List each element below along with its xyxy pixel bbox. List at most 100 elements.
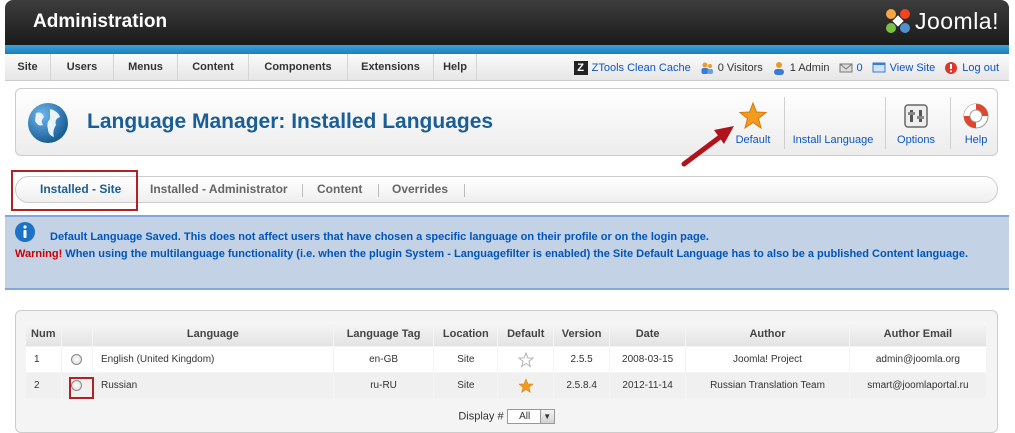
admins-label: 1 Admin [789, 61, 830, 74]
row-date: 2012-11-14 [610, 373, 686, 398]
messages-status[interactable]: 0 [839, 61, 863, 75]
highlight-box-tab [11, 170, 138, 211]
ztools-clean-cache[interactable]: Z ZTools Clean Cache [573, 60, 691, 75]
tab-installed-administrator[interactable]: Installed - Administrator [150, 177, 300, 204]
help-label: Help [964, 134, 988, 146]
admins-status: 1 Admin [772, 61, 830, 75]
logout-link[interactable]: Log out [944, 61, 999, 75]
visitors-icon [701, 62, 713, 74]
tab-divider [302, 184, 303, 197]
ztools-icon: Z [573, 60, 588, 75]
header-accent-band [5, 45, 1009, 54]
display-label: Display # [458, 410, 504, 423]
annotation-arrow-icon [681, 126, 734, 167]
tab-divider [464, 184, 465, 197]
row-language: English (United Kingdom) [93, 347, 333, 372]
row-language: Russian [93, 373, 333, 398]
table-row: 2 Russian ru-RU Site 2.5.8.4 2012-11-14 … [26, 373, 986, 398]
menu-components[interactable]: Components [249, 54, 348, 81]
row-author: Russian Translation Team [686, 373, 849, 398]
col-select [61, 322, 92, 346]
help-button[interactable]: Help [955, 89, 997, 155]
languages-table-panel: Num Language Language Tag Location Defau… [15, 310, 998, 433]
install-language-button[interactable]: Install Language [789, 89, 877, 155]
info-message: Default Language Saved. This does not af… [50, 231, 709, 243]
admin-header: Administration Joomla! [5, 0, 1009, 45]
star-icon [518, 377, 534, 393]
col-location[interactable]: Location [434, 322, 498, 346]
pagination-footer: Display # All ▼ [16, 409, 997, 424]
col-num[interactable]: Num [26, 322, 61, 346]
submenu-tabs: Installed - Site Installed - Administrat… [15, 176, 998, 203]
languages-table: Num Language Language Tag Location Defau… [25, 321, 987, 399]
joomla-logo: Joomla! [883, 6, 999, 36]
col-language-tag[interactable]: Language Tag [333, 322, 434, 346]
menu-site[interactable]: Site [5, 54, 51, 81]
view-site-label: View Site [889, 61, 936, 74]
warning-label: Warning! [15, 248, 63, 260]
admin-user-icon [773, 61, 784, 75]
tab-divider [378, 184, 379, 197]
menu-users[interactable]: Users [51, 54, 114, 81]
display-limit-select[interactable]: All ▼ [506, 409, 555, 424]
toolbar-divider [885, 97, 886, 149]
install-language-label: Install Language [792, 134, 874, 146]
globe-icon [28, 103, 68, 143]
toolbar-divider [950, 97, 951, 149]
col-author[interactable]: Author [686, 322, 849, 346]
info-icon [15, 222, 35, 242]
row-tag: ru-RU [333, 373, 434, 398]
menu-menus[interactable]: Menus [114, 54, 178, 81]
row-version: 2.5.5 [554, 347, 610, 372]
joomla-logo-text: Joomla! [914, 7, 999, 34]
table-row: 1 English (United Kingdom) en-GB Site 2.… [26, 347, 986, 372]
row-email: smart@joomlaportal.ru [849, 373, 986, 398]
system-message: Default Language Saved. This does not af… [5, 215, 1009, 290]
col-version[interactable]: Version [554, 322, 610, 346]
row-default-cell [498, 373, 554, 398]
options-button[interactable]: Options [890, 89, 942, 155]
joomla-logo-icon [885, 9, 910, 33]
menu-content[interactable]: Content [178, 54, 249, 81]
warning-text: When using the multilanguage functionali… [62, 248, 969, 260]
messages-icon [839, 63, 853, 72]
toolbar-divider [784, 97, 785, 149]
row-author: Joomla! Project [686, 347, 849, 372]
row-tag: en-GB [333, 347, 434, 372]
lifebuoy-help-icon [963, 103, 989, 129]
main-menubar: Site Users Menus Content Components Exte… [5, 54, 1009, 81]
menu-extensions[interactable]: Extensions [348, 54, 434, 81]
star-icon [738, 101, 768, 130]
display-limit-value: All [519, 411, 531, 422]
visitors-status: 0 Visitors [700, 61, 763, 75]
messages-count: 0 [856, 61, 863, 74]
main-menu: Site Users Menus Content Components Exte… [5, 54, 477, 81]
row-default-cell [498, 347, 554, 372]
row-location: Site [434, 347, 498, 372]
status-bar: Z ZTools Clean Cache 0 Visitors 1 Admin … [565, 54, 999, 81]
view-site-icon [872, 62, 886, 72]
col-author-email[interactable]: Author Email [849, 322, 986, 346]
options-label: Options [897, 134, 935, 146]
col-language[interactable]: Language [93, 322, 333, 346]
page-title: Language Manager: Installed Languages [87, 110, 494, 133]
col-date[interactable]: Date [610, 322, 686, 346]
tab-overrides[interactable]: Overrides [392, 177, 462, 204]
view-site-link[interactable]: View Site [872, 61, 936, 75]
row-num: 2 [26, 373, 61, 398]
row-date: 2008-03-15 [610, 347, 686, 372]
col-default[interactable]: Default [498, 322, 554, 346]
tab-content[interactable]: Content [317, 177, 377, 204]
logout-label: Log out [962, 61, 999, 74]
row-select-cell [61, 347, 92, 372]
visitors-label: 0 Visitors [717, 61, 763, 74]
menu-help[interactable]: Help [434, 54, 477, 81]
ztools-label: ZTools Clean Cache [591, 61, 691, 74]
star-outline-icon[interactable] [517, 351, 535, 368]
table-header-row: Num Language Language Tag Location Defau… [26, 322, 986, 346]
chevron-down-icon: ▼ [539, 410, 554, 423]
admin-title: Administration [33, 11, 168, 32]
logout-icon [945, 61, 958, 74]
row-version: 2.5.8.4 [554, 373, 610, 398]
row-radio[interactable] [71, 353, 83, 365]
